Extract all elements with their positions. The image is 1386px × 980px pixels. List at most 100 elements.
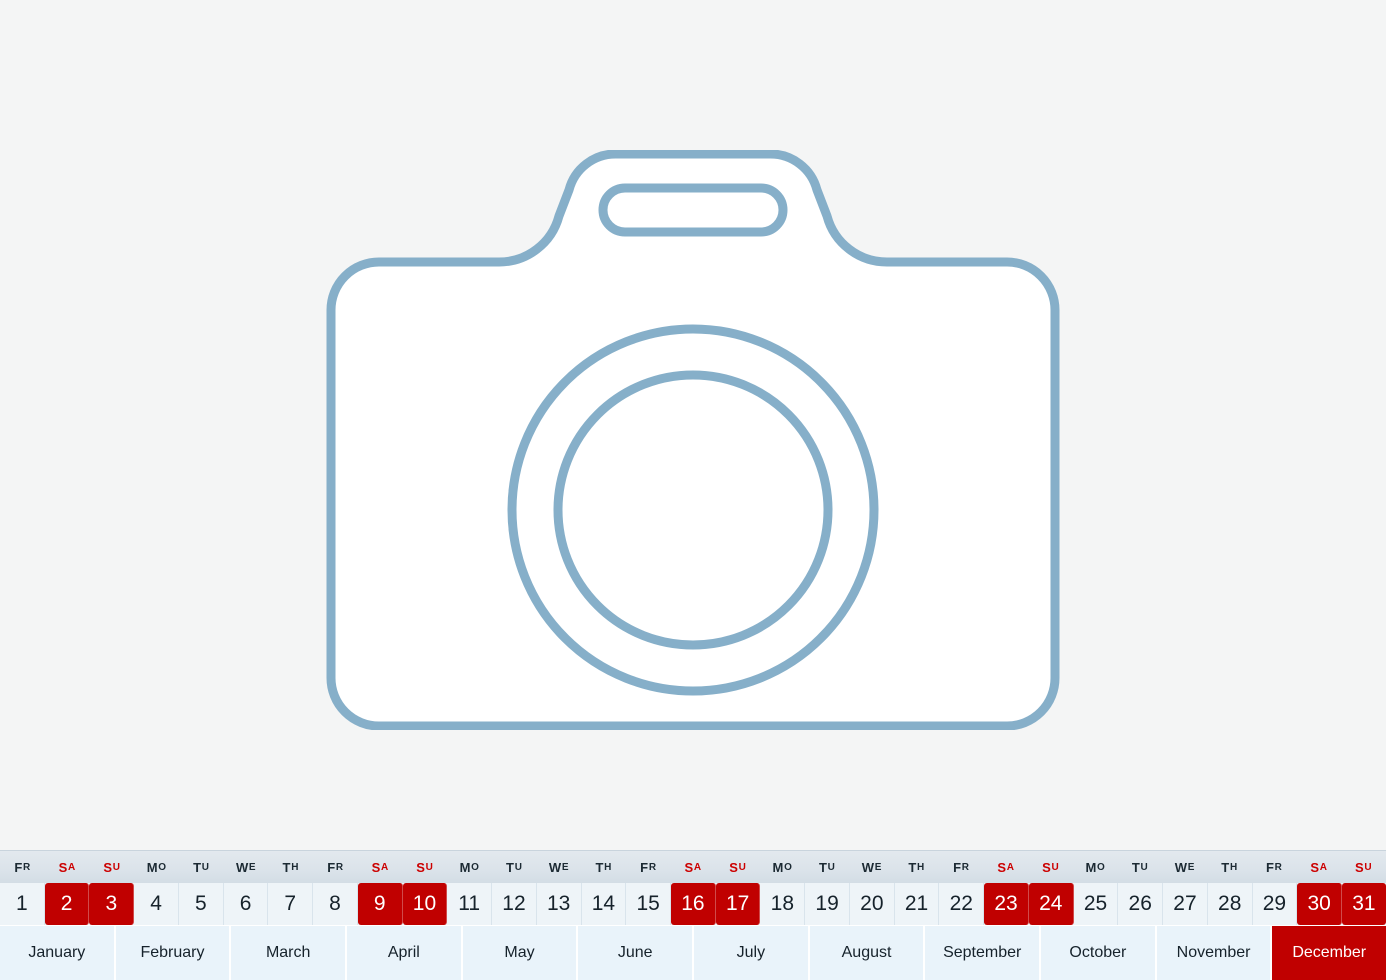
day-cell[interactable]: 15 <box>626 883 672 925</box>
month-cell[interactable]: January <box>0 926 116 980</box>
weekday-initial: T <box>1221 859 1230 875</box>
weekday-initial: F <box>14 859 23 875</box>
weekday-initial: T <box>282 859 291 875</box>
weekday-label: FR <box>939 851 984 883</box>
day-cell[interactable]: 23 <box>984 883 1029 925</box>
day-cell[interactable]: 10 <box>402 883 448 925</box>
weekday-suffix: R <box>335 861 344 873</box>
weekday-initial: M <box>459 859 471 875</box>
day-cell[interactable]: 28 <box>1207 883 1253 925</box>
weekday-label: TH <box>581 851 626 883</box>
weekday-suffix: R <box>961 861 970 873</box>
weekday-initial: S <box>997 859 1007 875</box>
day-cell[interactable]: 27 <box>1163 883 1208 925</box>
weekday-initial: T <box>818 859 828 875</box>
month-cell[interactable]: May <box>462 926 579 980</box>
month-cell[interactable]: December <box>1272 926 1386 980</box>
weekday-suffix: H <box>917 861 925 873</box>
weekday-label: TU <box>1118 851 1163 883</box>
weekday-label: SA <box>671 851 716 883</box>
month-cell[interactable]: April <box>347 926 463 980</box>
weekday-initial: T <box>595 859 604 875</box>
weekday-initial: T <box>908 859 917 875</box>
day-cell[interactable]: 30 <box>1297 883 1343 925</box>
weekday-initial: S <box>58 859 68 875</box>
month-cell[interactable]: March <box>231 926 348 980</box>
day-cell[interactable]: 11 <box>447 883 493 925</box>
weekday-label: MO <box>134 851 179 883</box>
month-cell[interactable]: February <box>115 926 232 980</box>
weekday-suffix: U <box>1140 861 1148 873</box>
weekday-initial: T <box>506 859 515 875</box>
day-cell[interactable]: 21 <box>894 883 940 925</box>
weekday-initial: F <box>640 859 649 875</box>
month-cell[interactable]: September <box>925 926 1042 980</box>
day-cell[interactable]: 7 <box>268 883 314 925</box>
weekday-label: FR <box>626 851 671 883</box>
day-cell[interactable]: 29 <box>1252 883 1298 925</box>
weekday-initial: W <box>235 859 249 875</box>
weekday-label: FR <box>1252 851 1297 883</box>
weekday-suffix: A <box>693 861 702 873</box>
month-cell[interactable]: June <box>578 926 695 980</box>
day-cell[interactable]: 9 <box>357 883 403 925</box>
day-cell[interactable]: 22 <box>939 883 985 925</box>
day-cell[interactable]: 25 <box>1073 883 1119 925</box>
weekday-suffix: U <box>425 861 434 873</box>
day-cell[interactable]: 18 <box>760 883 806 925</box>
weekday-label: SU <box>715 851 760 883</box>
weekday-suffix: H <box>1229 861 1238 873</box>
day-cell[interactable]: 4 <box>134 883 179 925</box>
day-cell[interactable]: 20 <box>849 883 895 925</box>
month-cell[interactable]: October <box>1041 926 1157 980</box>
month-cell[interactable]: July <box>694 926 810 980</box>
day-cell[interactable]: 13 <box>536 883 582 925</box>
weekday-initial: M <box>1085 859 1097 875</box>
day-number-row: 1 2 3 4 5 6 7 8 9 10 11 12 13 14 15 16 17 18 19 20 21 22 23 24 2… <box>0 883 1386 925</box>
weekday-initial: F <box>1266 859 1275 875</box>
day-cell[interactable]: 16 <box>671 883 716 925</box>
weekday-label: WE <box>849 851 894 883</box>
weekday-initial: T <box>193 859 202 875</box>
day-cell[interactable]: 26 <box>1118 883 1164 925</box>
weekday-initial: S <box>1310 859 1320 875</box>
weekday-initial: T <box>1131 859 1141 875</box>
day-cell[interactable]: 19 <box>805 883 850 925</box>
weekday-initial: S <box>1042 859 1051 875</box>
day-cell[interactable]: 1 <box>0 883 45 925</box>
weekday-label: TH <box>268 851 313 883</box>
weekday-suffix: E <box>1187 861 1195 873</box>
day-cell[interactable]: 31 <box>1342 883 1386 925</box>
weekday-label: WE <box>536 851 581 883</box>
month-cell[interactable]: August <box>809 926 926 980</box>
weekday-suffix: H <box>604 861 612 873</box>
weekday-initial: S <box>416 859 426 875</box>
day-cell[interactable]: 2 <box>44 883 90 925</box>
weekday-initial: M <box>146 859 158 875</box>
weekday-suffix: E <box>874 861 882 873</box>
weekday-label: SA <box>358 851 403 883</box>
weekday-initial: W <box>1174 859 1188 875</box>
weekday-suffix: U <box>1364 861 1372 873</box>
weekday-label: FR <box>313 851 358 883</box>
day-cell[interactable]: 12 <box>492 883 537 925</box>
camera-icon <box>313 150 1073 730</box>
day-cell[interactable]: 3 <box>89 883 135 925</box>
day-cell[interactable]: 5 <box>178 883 224 925</box>
weekday-label: TU <box>179 851 224 883</box>
weekday-initial: W <box>861 859 875 875</box>
weekday-initial: S <box>103 859 113 875</box>
day-cell[interactable]: 8 <box>313 883 358 925</box>
weekday-label: TH <box>894 851 939 883</box>
weekday-suffix: U <box>827 861 836 873</box>
day-cell[interactable]: 17 <box>715 883 761 925</box>
weekday-label: SA <box>1296 851 1341 883</box>
weekday-suffix: A <box>68 861 76 873</box>
weekday-label: SA <box>983 851 1028 883</box>
weekday-suffix: A <box>1006 861 1015 873</box>
day-cell[interactable]: 14 <box>581 883 627 925</box>
day-cell[interactable]: 6 <box>223 883 269 925</box>
month-cell[interactable]: November <box>1156 926 1273 980</box>
day-cell[interactable]: 24 <box>1028 883 1074 925</box>
weekday-suffix: A <box>380 861 389 873</box>
